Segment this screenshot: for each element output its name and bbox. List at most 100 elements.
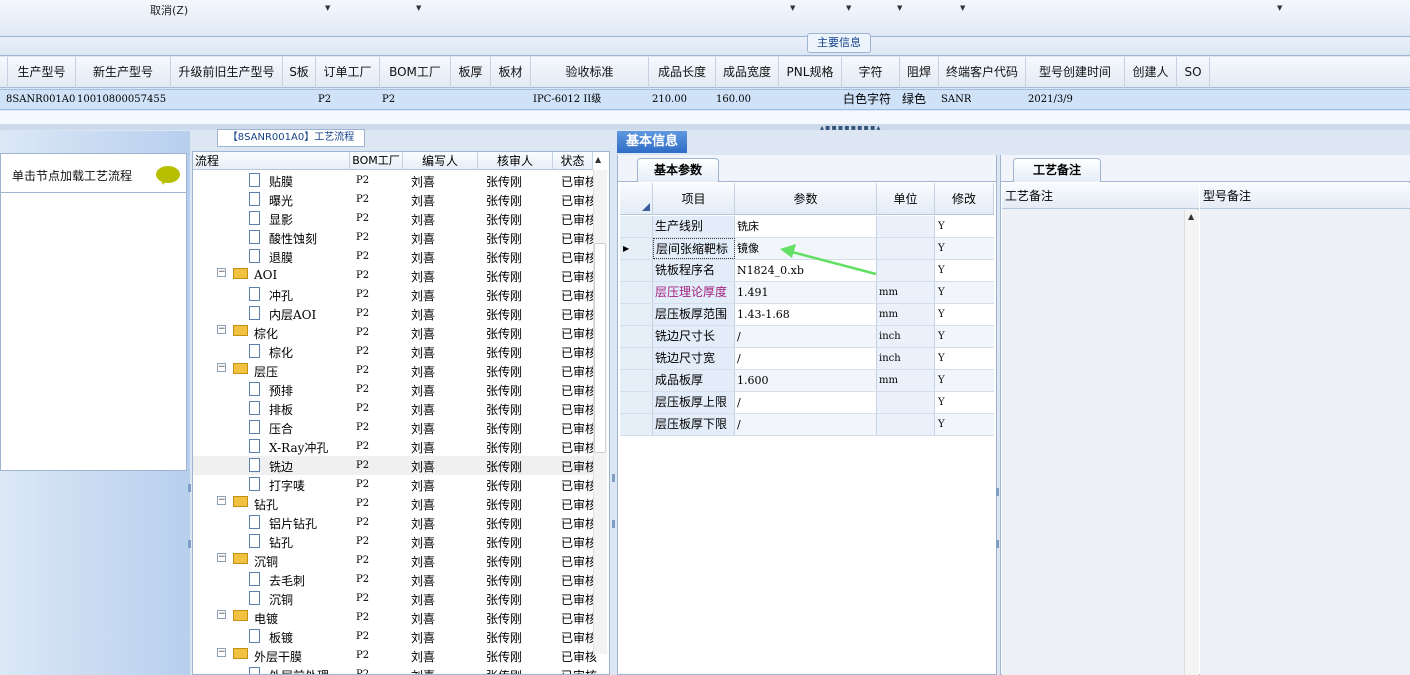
param-item[interactable]: 层压板厚上限	[653, 392, 735, 413]
tree-node[interactable]: − 层压 P2 刘喜 张传刚 已审核	[193, 361, 597, 380]
tree-node[interactable]: − 外层干膜 P2 刘喜 张传刚 已审核	[193, 646, 597, 665]
param-modify[interactable]: Y	[935, 370, 994, 391]
params-row[interactable]: 铣边尺寸宽 / inch Y	[620, 348, 994, 370]
param-value[interactable]: 铣床	[735, 216, 877, 237]
param-item[interactable]: 层压板厚下限	[653, 414, 735, 435]
param-unit[interactable]: mm	[877, 282, 935, 303]
tree-col-header[interactable]: 状态	[553, 152, 593, 170]
tree-node[interactable]: 铝片钻孔 P2 刘喜 张传刚 已审核	[193, 513, 597, 532]
tree-node[interactable]: 外层前处理 P2 刘喜 张传刚 已审核	[193, 665, 597, 674]
param-value[interactable]: /	[735, 392, 877, 413]
collapse-toggle-icon[interactable]: −	[217, 496, 226, 505]
model-remarks-field[interactable]	[1200, 183, 1410, 675]
cell-created[interactable]: 2021/3/9	[1028, 90, 1073, 109]
splitter-mark[interactable]	[612, 520, 615, 528]
param-item[interactable]: 层压板厚范围	[653, 304, 735, 325]
row-indicator[interactable]	[620, 326, 653, 347]
load-process-box[interactable]	[0, 153, 187, 471]
tree-node[interactable]: 去毛刺 P2 刘喜 张传刚 已审核	[193, 570, 597, 589]
remarks-scrollbar[interactable]: ▲	[1184, 210, 1199, 675]
param-modify[interactable]: Y	[935, 260, 994, 281]
row-indicator[interactable]: ▶	[620, 238, 653, 259]
param-item[interactable]: 成品板厚	[653, 370, 735, 391]
dropdown-arrow-icon[interactable]: ▼	[846, 4, 851, 12]
col-header[interactable]: 阻焊	[900, 57, 939, 88]
param-unit[interactable]	[877, 260, 935, 281]
collapse-toggle-icon[interactable]: −	[217, 325, 226, 334]
param-value[interactable]: 1.600	[735, 370, 877, 391]
cell-order-factory[interactable]: P2	[318, 90, 331, 109]
cell-acceptance[interactable]: IPC-6012 II级	[533, 90, 601, 109]
cell-length[interactable]: 210.00	[652, 90, 687, 109]
param-value[interactable]: 1.491	[735, 282, 877, 303]
tree-col-header[interactable]: 流程	[193, 152, 350, 170]
tree-node[interactable]: − 钻孔 P2 刘喜 张传刚 已审核	[193, 494, 597, 513]
params-col-header[interactable]: 项目	[653, 183, 735, 215]
col-header[interactable]: 成品宽度	[716, 57, 779, 88]
params-row[interactable]: 成品板厚 1.600 mm Y	[620, 370, 994, 392]
param-modify[interactable]: Y	[935, 392, 994, 413]
col-header[interactable]: 终端客户代码	[939, 57, 1026, 88]
tree-col-header[interactable]: 核审人	[478, 152, 553, 170]
param-item[interactable]: 铣边尺寸宽	[653, 348, 735, 369]
select-all-cell[interactable]	[620, 183, 653, 215]
params-table[interactable]: 项目 参数 单位 修改 生产线别 铣床 Y ▶ 层间张缩靶标 镜像 Y 铣板程序名 N1824_…	[620, 183, 994, 436]
process-title[interactable]: 【8SANR001A0】工艺流程	[217, 129, 365, 147]
col-header[interactable]: BOM工厂	[380, 57, 451, 88]
row-indicator[interactable]	[620, 216, 653, 237]
param-value[interactable]: /	[735, 348, 877, 369]
dropdown-arrow-icon[interactable]: ▼	[960, 4, 965, 12]
col-header[interactable]: 验收标准	[531, 57, 649, 88]
process-remarks-field[interactable]	[1002, 183, 1199, 675]
dropdown-arrow-icon[interactable]: ▼	[416, 4, 421, 12]
cell-customer[interactable]: SANR	[941, 90, 971, 109]
dropdown-arrow-icon[interactable]: ▼	[1277, 4, 1282, 12]
row-indicator[interactable]	[620, 282, 653, 303]
tree-node[interactable]: 预排 P2 刘喜 张传刚 已审核	[193, 380, 597, 399]
col-header[interactable]: 字符	[842, 57, 900, 88]
param-value[interactable]: 1.43-1.68	[735, 304, 877, 325]
dropdown-arrow-icon[interactable]: ▼	[790, 4, 795, 12]
row-indicator[interactable]	[620, 304, 653, 325]
param-modify[interactable]: Y	[935, 348, 994, 369]
tree-col-header[interactable]: 编写人	[403, 152, 478, 170]
params-row[interactable]: 层压理论厚度 1.491 mm Y	[620, 282, 994, 304]
horizontal-splitter[interactable]	[0, 124, 1410, 130]
params-row[interactable]: 铣边尺寸长 / inch Y	[620, 326, 994, 348]
tree-node[interactable]: 冲孔 P2 刘喜 张传刚 已审核	[193, 285, 597, 304]
tree-node[interactable]: 贴膜 P2 刘喜 张传刚 已审核	[193, 171, 597, 190]
tree-node[interactable]: 铣边 P2 刘喜 张传刚 已审核	[193, 456, 597, 475]
col-header[interactable]: 板厚	[451, 57, 491, 88]
splitter-mark[interactable]	[996, 540, 999, 548]
tree-node[interactable]: 沉铜 P2 刘喜 张传刚 已审核	[193, 589, 597, 608]
tree-node[interactable]: 板镀 P2 刘喜 张传刚 已审核	[193, 627, 597, 646]
col-header[interactable]: 生产型号	[8, 57, 76, 88]
row-indicator[interactable]	[620, 392, 653, 413]
main-info-title[interactable]: 主要信息	[807, 33, 871, 53]
params-row[interactable]: 层压板厚范围 1.43-1.68 mm Y	[620, 304, 994, 326]
params-row[interactable]: 生产线别 铣床 Y	[620, 216, 994, 238]
params-col-header[interactable]: 修改	[935, 183, 994, 215]
params-row[interactable]: 层压板厚上限 / Y	[620, 392, 994, 414]
cancel-menu[interactable]: 取消(Z)	[150, 2, 188, 18]
param-unit[interactable]: inch	[877, 348, 935, 369]
tree-node[interactable]: 退膜 P2 刘喜 张传刚 已审核	[193, 247, 597, 266]
param-modify[interactable]: Y	[935, 238, 994, 259]
tree-node[interactable]: 内层AOI P2 刘喜 张传刚 已审核	[193, 304, 597, 323]
cell-new-prod-model[interactable]: 10010800057455	[77, 90, 166, 109]
tab-basic-params[interactable]: 基本参数	[637, 158, 719, 182]
param-modify[interactable]: Y	[935, 326, 994, 347]
table-row[interactable]: 8SANR001A0 10010800057455 P2 P2 IPC-6012…	[0, 89, 1410, 110]
dropdown-arrow-icon[interactable]: ▼	[897, 4, 902, 12]
splitter-mark[interactable]	[612, 474, 615, 482]
col-header[interactable]: 型号创建时间	[1026, 57, 1125, 88]
col-header[interactable]: S板	[283, 57, 316, 88]
row-indicator[interactable]	[620, 260, 653, 281]
param-unit[interactable]	[877, 392, 935, 413]
param-item[interactable]: 生产线别	[653, 216, 735, 237]
tree-col-header[interactable]: BOM工厂	[350, 152, 403, 170]
cell-char[interactable]: 白色字符	[843, 90, 891, 109]
param-unit[interactable]: mm	[877, 304, 935, 325]
param-unit[interactable]: inch	[877, 326, 935, 347]
tree-node[interactable]: 压合 P2 刘喜 张传刚 已审核	[193, 418, 597, 437]
